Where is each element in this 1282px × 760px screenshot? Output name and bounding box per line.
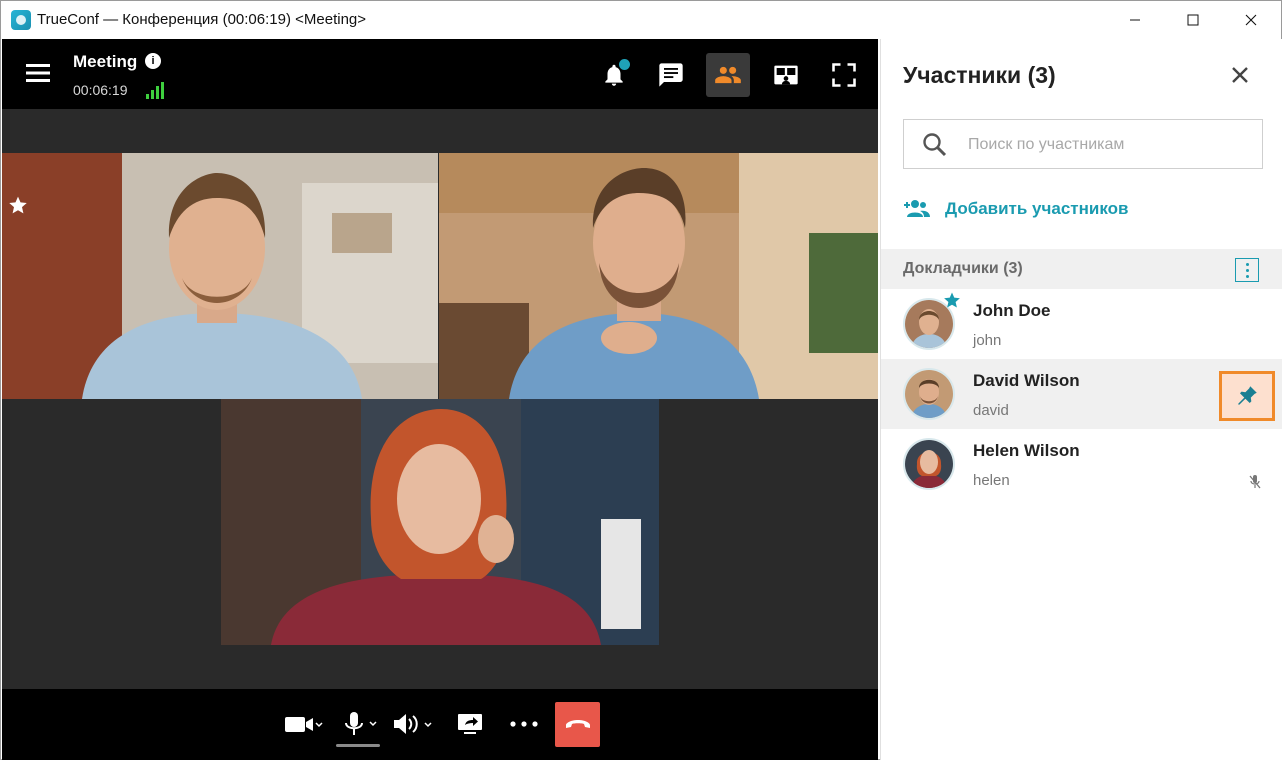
participant-name: John Doe bbox=[973, 301, 1051, 320]
participant-video-john bbox=[2, 153, 438, 399]
conference-bottom-bar bbox=[2, 689, 878, 760]
close-icon bbox=[1245, 14, 1257, 25]
participant-login: david bbox=[973, 402, 1009, 419]
minimize-icon bbox=[1130, 19, 1140, 20]
microphone-button[interactable] bbox=[336, 704, 382, 744]
chat-button[interactable] bbox=[649, 53, 693, 97]
participant-row-helen[interactable]: Helen Wilson helen bbox=[881, 429, 1282, 499]
avatar bbox=[903, 438, 955, 490]
conference-top-bar: Meeting i 00:06:19 bbox=[2, 39, 878, 109]
meeting-name: Meeting bbox=[73, 52, 138, 71]
add-participants-button[interactable]: Добавить участников bbox=[903, 194, 1128, 224]
layout-icon bbox=[774, 65, 798, 85]
hangup-button[interactable] bbox=[555, 702, 600, 747]
video-tile-helen[interactable] bbox=[221, 399, 659, 645]
add-user-icon bbox=[904, 200, 930, 217]
camera-icon bbox=[285, 717, 323, 732]
close-panel-icon[interactable] bbox=[1229, 64, 1251, 86]
layout-button[interactable] bbox=[764, 53, 808, 97]
pin-participant-button[interactable] bbox=[1219, 371, 1275, 421]
notifications-button[interactable] bbox=[592, 53, 636, 97]
participant-video-david bbox=[439, 153, 878, 399]
more-button[interactable] bbox=[504, 704, 544, 744]
video-tile-john[interactable] bbox=[2, 153, 438, 399]
speaker-icon bbox=[394, 714, 432, 734]
participant-video-helen bbox=[221, 399, 659, 645]
participants-panel: Участники (3) Добавить участников Доклад… bbox=[880, 39, 1282, 760]
window-title: TrueConf — Конференция (00:06:19) <Meeti… bbox=[37, 11, 367, 28]
share-screen-icon bbox=[458, 714, 482, 734]
chat-icon bbox=[659, 63, 683, 87]
speakers-section-label: Докладчики (3) bbox=[903, 260, 1023, 277]
meeting-timer: 00:06:19 bbox=[73, 82, 128, 98]
app-window: TrueConf — Конференция (00:06:19) <Meeti… bbox=[0, 0, 1282, 760]
participant-login: john bbox=[973, 332, 1002, 349]
avatar bbox=[903, 368, 955, 420]
speaker-button[interactable] bbox=[390, 704, 436, 744]
participant-login: helen bbox=[973, 472, 1010, 489]
video-area: Meeting i 00:06:19 bbox=[2, 39, 878, 760]
participant-search-box[interactable] bbox=[903, 119, 1263, 169]
mic-level-indicator bbox=[336, 744, 380, 747]
search-icon bbox=[923, 133, 947, 157]
video-tile-david[interactable] bbox=[439, 153, 878, 399]
participant-name: David Wilson bbox=[973, 371, 1080, 390]
panel-title: Участники (3) bbox=[903, 62, 1056, 88]
section-more-icon[interactable] bbox=[1235, 258, 1259, 282]
participant-row-john[interactable]: John Doe john bbox=[881, 289, 1282, 359]
maximize-icon bbox=[1187, 14, 1199, 25]
signal-strength-icon bbox=[146, 82, 164, 99]
close-window-button[interactable] bbox=[1228, 1, 1274, 38]
camera-button[interactable] bbox=[280, 704, 326, 744]
participants-button[interactable] bbox=[706, 53, 750, 97]
notification-badge bbox=[619, 59, 630, 70]
star-icon bbox=[9, 196, 27, 214]
maximize-button[interactable] bbox=[1170, 1, 1216, 38]
speakers-section-header: Докладчики (3) bbox=[881, 249, 1282, 289]
participants-icon bbox=[715, 66, 741, 84]
participant-search-input[interactable] bbox=[968, 132, 1248, 158]
share-screen-button[interactable] bbox=[451, 704, 489, 744]
microphone-icon bbox=[345, 712, 377, 735]
pin-icon bbox=[1238, 386, 1257, 405]
fullscreen-icon bbox=[832, 63, 856, 87]
star-icon bbox=[944, 292, 960, 308]
more-icon bbox=[510, 721, 538, 727]
title-bar: TrueConf — Конференция (00:06:19) <Meeti… bbox=[1, 1, 1281, 38]
add-participants-label: Добавить участников bbox=[945, 199, 1129, 218]
trueconf-logo-icon bbox=[11, 10, 31, 30]
microphone-muted-icon bbox=[1249, 475, 1261, 489]
fullscreen-button[interactable] bbox=[822, 53, 866, 97]
info-icon[interactable]: i bbox=[145, 53, 161, 69]
participant-name: Helen Wilson bbox=[973, 441, 1080, 460]
minimize-button[interactable] bbox=[1112, 1, 1158, 38]
participant-row-david[interactable]: David Wilson david bbox=[881, 359, 1282, 429]
hamburger-menu-icon[interactable] bbox=[24, 61, 52, 85]
hangup-icon bbox=[565, 719, 590, 728]
